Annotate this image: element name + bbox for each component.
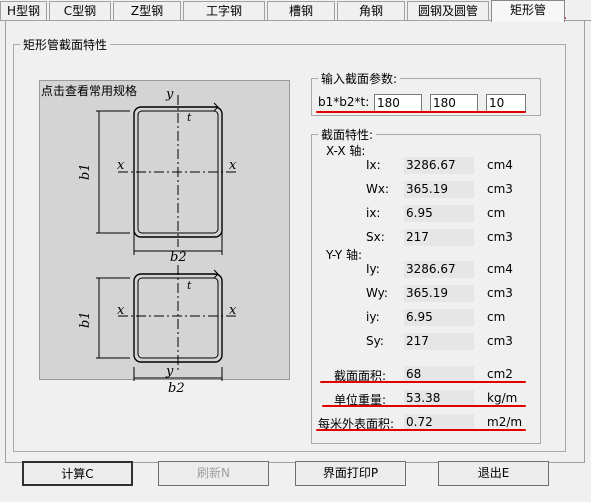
tab-round-steel-pipe[interactable]: 圆钢及圆管 — [407, 1, 489, 20]
axis-y-label-bottom: y — [165, 364, 174, 379]
xx-axis-title: X-X 轴: — [326, 144, 366, 158]
axis-x-label-bottom-right: x — [229, 303, 237, 318]
ix-radius-unit: cm — [487, 206, 506, 220]
tab-rectangular-tube[interactable]: 矩形管 — [491, 0, 565, 22]
tab-channel-steel[interactable]: 槽钢 — [267, 1, 335, 20]
sx-unit: cm3 — [487, 230, 513, 244]
tab-angle-steel[interactable]: 角钢 — [337, 1, 405, 20]
calculate-button[interactable]: 计算C — [22, 461, 133, 486]
area-unit: cm2 — [487, 367, 513, 381]
annotation-underline-surface — [316, 429, 526, 431]
ix-radius-value: 6.95 — [404, 205, 474, 222]
wx-label: Wx: — [366, 182, 390, 196]
b1-input[interactable] — [374, 94, 422, 112]
refresh-button[interactable]: 刷新N — [158, 461, 269, 486]
annotation-underline-input — [316, 111, 526, 113]
iy-radius-value: 6.95 — [404, 309, 474, 326]
iy-moment-unit: cm4 — [487, 262, 513, 276]
exit-button[interactable]: 退出E — [438, 461, 549, 486]
dim-b1-label-top: b1 — [78, 163, 93, 180]
dim-t-label-top: t — [187, 111, 192, 124]
dim-b1-label-bottom: b1 — [78, 311, 93, 328]
input-parameters-title: 输入截面参数: — [321, 72, 398, 86]
section-type-tabs: H型钢 C型钢 Z型钢 工字钢 槽钢 角钢 圆钢及圆管 矩形管 — [0, 0, 591, 22]
iy-radius-unit: cm — [487, 310, 506, 324]
dim-b2-label-top: b2 — [170, 250, 187, 265]
wy-label: Wy: — [366, 286, 388, 300]
dim-t-label-bottom: t — [187, 279, 192, 292]
ix-moment-value: 3286.67 — [404, 157, 474, 174]
tab-z-steel[interactable]: Z型钢 — [113, 1, 181, 20]
sx-label: Sx: — [366, 230, 385, 244]
tab-c-steel[interactable]: C型钢 — [49, 1, 111, 20]
sy-unit: cm3 — [487, 334, 513, 348]
ix-radius-label: ix: — [366, 206, 381, 220]
rectangular-tube-diagram: y x x t b2 b1 x x t y b2 b1 — [78, 87, 238, 381]
tab-h-steel[interactable]: H型钢 — [0, 1, 47, 20]
iy-moment-value: 3286.67 — [404, 261, 474, 278]
tab-i-beam[interactable]: 工字钢 — [183, 1, 265, 20]
section-drawing[interactable]: 点击查看常用规格 y x x t b2 b1 x x t y b1 — [39, 80, 290, 381]
iy-radius-label: iy: — [366, 310, 380, 324]
ix-moment-unit: cm4 — [487, 158, 513, 172]
annotation-underline-weight — [322, 405, 526, 407]
axis-y-label-top: y — [165, 87, 174, 102]
section-properties-title: 矩形管截面特性 — [23, 38, 108, 52]
unit-weight-unit: kg/m — [487, 391, 518, 405]
wy-unit: cm3 — [487, 286, 513, 300]
print-button[interactable]: 界面打印P — [295, 461, 406, 486]
axis-x-label-top-left: x — [117, 158, 125, 173]
wy-value: 365.19 — [404, 285, 474, 302]
axis-x-label-bottom-left: x — [117, 303, 125, 318]
sy-value: 217 — [404, 333, 474, 350]
iy-moment-label: Iy: — [366, 262, 380, 276]
b2-input[interactable] — [430, 94, 478, 112]
wx-unit: cm3 — [487, 182, 513, 196]
sx-value: 217 — [404, 229, 474, 246]
surface-area-unit: m2/m — [487, 415, 523, 429]
ix-moment-label: Ix: — [366, 158, 381, 172]
yy-axis-title: Y-Y 轴: — [326, 248, 363, 262]
dim-b2-label-bottom-visible: b2 — [168, 381, 185, 396]
t-input[interactable] — [486, 94, 526, 112]
section-properties-values-title: 截面特性: — [321, 128, 374, 142]
axis-x-label-top-right: x — [229, 158, 237, 173]
sy-label: Sy: — [366, 334, 384, 348]
wx-value: 365.19 — [404, 181, 474, 198]
b1-b2-t-label: b1*b2*t: — [318, 95, 370, 109]
annotation-underline-area — [320, 381, 526, 383]
